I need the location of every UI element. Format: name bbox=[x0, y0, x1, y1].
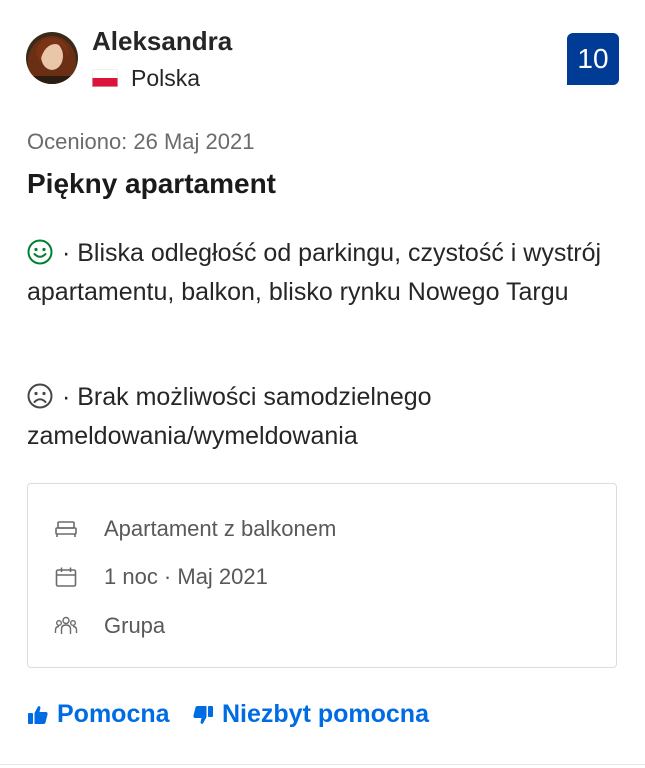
positive-text: · Bliska odległość od parkingu, czystość… bbox=[27, 239, 602, 306]
stay-length-row: 1 noc · Maj 2021 bbox=[54, 562, 268, 592]
reviewer-name: Aleksandra bbox=[92, 26, 233, 56]
group-icon bbox=[54, 614, 78, 638]
negative-comment: · Brak możliwości samodzielnego zameldow… bbox=[27, 378, 607, 456]
smile-icon bbox=[27, 238, 53, 265]
bottom-divider bbox=[0, 764, 645, 765]
review-title: Piękny apartament bbox=[27, 168, 276, 199]
traveler-type-row: Grupa bbox=[54, 611, 165, 641]
avatar bbox=[26, 32, 78, 84]
room-type-row: Apartament z balkonem bbox=[54, 514, 336, 544]
country-name: Polska bbox=[131, 64, 201, 91]
calendar-icon bbox=[54, 565, 78, 589]
bed-icon bbox=[54, 517, 78, 541]
poland-flag-icon bbox=[92, 69, 118, 87]
positive-comment: · Bliska odległość od parkingu, czystość… bbox=[27, 234, 607, 312]
stay-length-text: 1 noc · Maj 2021 bbox=[104, 564, 268, 589]
frown-icon bbox=[27, 382, 53, 409]
review-card: Aleksandra Polska 10 Oceniono: 26 Maj 20… bbox=[0, 0, 645, 768]
review-date: Oceniono: 26 Maj 2021 bbox=[27, 129, 255, 154]
review-score-badge: 10 bbox=[567, 33, 619, 85]
helpful-label: Pomocna bbox=[57, 700, 170, 728]
thumbs-down-icon bbox=[192, 704, 214, 726]
not-helpful-button[interactable]: Niezbyt pomocna bbox=[192, 700, 429, 729]
reviewer-country: Polska bbox=[92, 64, 200, 92]
stay-details-box: Apartament z balkonem 1 noc · Maj 2021 G… bbox=[27, 483, 617, 668]
negative-text: · Brak możliwości samodzielnego zameldow… bbox=[27, 383, 432, 450]
traveler-type-text: Grupa bbox=[104, 613, 166, 638]
room-type-text: Apartament z balkonem bbox=[104, 516, 337, 541]
helpful-button[interactable]: Pomocna bbox=[27, 700, 170, 729]
not-helpful-label: Niezbyt pomocna bbox=[222, 700, 429, 728]
thumbs-up-icon bbox=[27, 704, 49, 726]
